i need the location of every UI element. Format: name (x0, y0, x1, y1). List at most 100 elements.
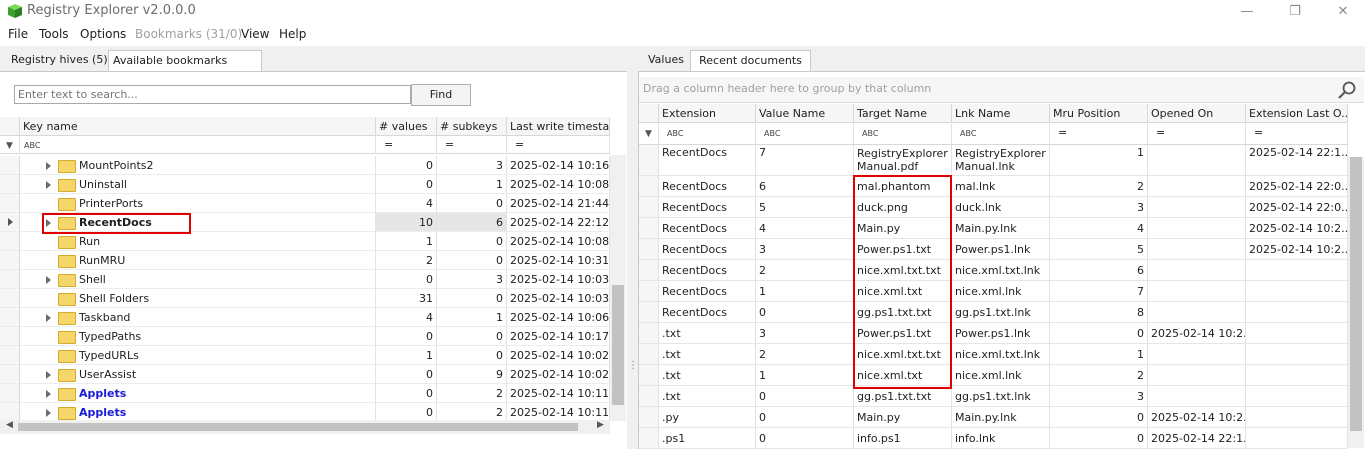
tree-key-cell[interactable]: Applets (20, 384, 376, 403)
menu-view[interactable]: View (241, 27, 269, 41)
grid-filter-cell[interactable]: ABC (952, 124, 1050, 145)
tree-vertical-scrollbar[interactable] (610, 155, 626, 421)
menu-bookmarks[interactable]: Bookmarks (31/0) (135, 27, 242, 41)
tree-row[interactable]: Taskband 412025-02-14 10:06:59 (0, 308, 610, 327)
splitter-handle[interactable]: ⋮ (628, 360, 638, 371)
grid-col-header[interactable]: Lnk Name (952, 104, 1050, 123)
tree-row[interactable]: MountPoints2 032025-02-14 10:16:27 (0, 156, 610, 175)
tree-key-cell[interactable]: MountPoints2 (20, 156, 376, 175)
row-indicator[interactable] (639, 323, 659, 344)
tree-key-cell[interactable]: UserAssist (20, 365, 376, 384)
row-indicator[interactable] (639, 428, 659, 449)
expand-arrow-icon[interactable] (46, 162, 51, 170)
col-timestamp[interactable]: Last write timestamp (507, 117, 610, 136)
tree-key-cell[interactable]: Taskband (20, 308, 376, 327)
tree-row[interactable]: TypedPaths002025-02-14 10:17:18 (0, 327, 610, 346)
tab-registry-hives[interactable]: Registry hives (5) (7, 50, 112, 70)
col-subkeys[interactable]: # subkeys (437, 117, 507, 136)
docs-vertical-scrollbar[interactable] (1348, 157, 1364, 448)
minimize-icon[interactable]: — (1235, 2, 1259, 22)
tree-key-cell[interactable]: TypedPaths (20, 327, 376, 346)
menu-tools[interactable]: Tools (39, 27, 69, 41)
grid-filter-cell[interactable]: = (1246, 124, 1348, 145)
row-indicator[interactable] (639, 344, 659, 365)
row-indicator[interactable] (639, 407, 659, 428)
row-indicator[interactable] (0, 270, 20, 289)
tree-key-cell[interactable]: TypedURLs (20, 346, 376, 365)
row-indicator[interactable] (639, 365, 659, 386)
grid-cell (1246, 260, 1348, 281)
find-button[interactable]: Find (411, 84, 471, 106)
grid-filter-cell[interactable]: = (1050, 124, 1148, 145)
row-indicator[interactable] (0, 308, 20, 327)
menu-file[interactable]: File (8, 27, 28, 41)
row-indicator[interactable] (0, 346, 20, 365)
tree-row[interactable]: TypedURLs 102025-02-14 10:02:58 (0, 346, 610, 365)
col-values[interactable]: # values (376, 117, 437, 136)
tree-key-cell[interactable]: Shell (20, 270, 376, 289)
expand-arrow-icon[interactable] (46, 181, 51, 189)
tree-row[interactable]: UserAssist 092025-02-14 10:02:59 (0, 365, 610, 384)
row-indicator[interactable] (0, 384, 20, 403)
row-indicator[interactable] (639, 260, 659, 281)
grid-col-header[interactable]: Extension (659, 104, 756, 123)
menu-help[interactable]: Help (279, 27, 306, 41)
expand-arrow-icon[interactable] (46, 276, 51, 284)
tab-values[interactable]: Values (644, 50, 688, 70)
tree-key-cell[interactable]: RunMRU (20, 251, 376, 270)
grid-filter-cell[interactable]: ABC (756, 124, 854, 145)
row-indicator[interactable] (639, 176, 659, 197)
tab-available-bookmarks[interactable]: Available bookmarks (97/2) (108, 50, 262, 87)
expand-arrow-icon[interactable] (46, 314, 51, 322)
row-indicator[interactable] (639, 218, 659, 239)
filter-key-name[interactable]: ABC (20, 136, 376, 154)
restore-icon[interactable]: ❐ (1283, 2, 1307, 22)
col-key-name[interactable]: Key name (20, 117, 376, 136)
row-indicator[interactable] (639, 281, 659, 302)
tree-row[interactable]: Uninstall 012025-02-14 10:08:11 (0, 175, 610, 194)
tree-key-cell[interactable]: Uninstall (20, 175, 376, 194)
grid-filter-cell[interactable]: ABC (659, 124, 756, 145)
row-indicator[interactable] (0, 194, 20, 213)
row-indicator[interactable] (0, 251, 20, 270)
menu-options[interactable]: Options (80, 27, 126, 41)
grid-col-header[interactable]: Opened On (1148, 104, 1246, 123)
row-indicator[interactable] (639, 302, 659, 323)
filter-values[interactable]: = (376, 136, 437, 154)
grid-col-header[interactable]: Extension Last O... (1246, 104, 1348, 123)
row-indicator[interactable] (0, 156, 20, 175)
row-indicator[interactable] (0, 327, 20, 346)
grid-col-header[interactable]: Value Name (756, 104, 854, 123)
search-icon[interactable] (1337, 80, 1357, 100)
tab-recent-documents[interactable]: Recent documents (690, 50, 811, 71)
tree-row[interactable]: Shell 032025-02-14 10:03:09 (0, 270, 610, 289)
tree-row[interactable]: RunMRU 202025-02-14 10:31:32 (0, 251, 610, 270)
expand-arrow-icon[interactable] (46, 371, 51, 379)
expand-arrow-icon[interactable] (46, 390, 51, 398)
search-input[interactable] (14, 85, 411, 104)
tree-key-cell[interactable]: PrinterPorts (20, 194, 376, 213)
tree-row[interactable]: Shell Folders 3102025-02-14 10:03:09 (0, 289, 610, 308)
expand-arrow-icon[interactable] (46, 409, 51, 417)
row-indicator[interactable] (639, 239, 659, 260)
row-indicator[interactable] (639, 145, 659, 176)
grid-col-header[interactable]: Target Name (854, 104, 952, 123)
row-indicator[interactable] (0, 289, 20, 308)
row-indicator[interactable] (0, 232, 20, 251)
close-icon[interactable]: ✕ (1331, 2, 1355, 22)
tree-row[interactable]: Applets 022025-02-14 10:11:16 (0, 384, 610, 403)
grid-col-header[interactable]: Mru Position (1050, 104, 1148, 123)
row-indicator[interactable] (0, 365, 20, 384)
tree-row[interactable]: Run 102025-02-14 10:08:18 (0, 232, 610, 251)
filter-timestamp[interactable]: = (507, 136, 610, 154)
row-indicator[interactable] (639, 386, 659, 407)
grid-filter-cell[interactable]: ABC (854, 124, 952, 145)
grid-filter-cell[interactable]: = (1148, 124, 1246, 145)
tree-key-cell[interactable]: Run (20, 232, 376, 251)
filter-subkeys[interactable]: = (437, 136, 507, 154)
row-indicator[interactable] (639, 197, 659, 218)
tree-horizontal-scrollbar[interactable]: ◀ ▶ (0, 420, 610, 434)
row-indicator[interactable] (0, 175, 20, 194)
tree-key-cell[interactable]: Shell Folders (20, 289, 376, 308)
tree-row[interactable]: PrinterPorts 402025-02-14 21:44:15 (0, 194, 610, 213)
